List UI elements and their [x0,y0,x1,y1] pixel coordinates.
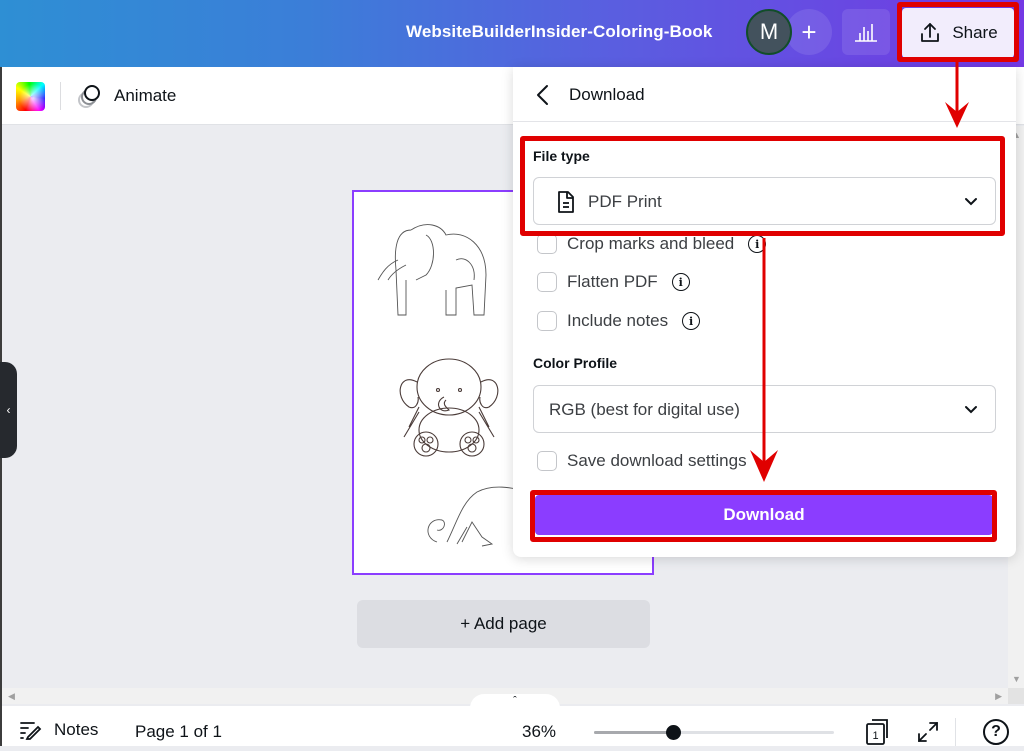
animate-button[interactable]: Animate [76,81,176,111]
zoom-slider-fill [594,731,674,734]
include-notes-label: Include notes [567,311,669,330]
share-button[interactable]: Share [902,8,1014,58]
plus-icon: + [801,16,817,47]
zoom-level[interactable]: 36% [522,722,556,742]
flatten-pdf-checkbox[interactable] [537,272,557,292]
footer-divider [955,718,956,746]
save-settings-checkbox[interactable] [537,451,557,471]
info-icon[interactable]: i [682,312,701,330]
share-label: Share [952,23,998,42]
baby-elephant-drawing [399,358,499,457]
fullscreen-button[interactable] [916,720,940,744]
chevron-up-icon: ˆ [513,695,517,707]
add-page-button[interactable]: + Add page [357,600,650,648]
collapse-side-panel-button[interactable]: ‹ [0,362,17,458]
info-icon[interactable]: i [748,235,767,253]
help-icon: ? [991,723,1001,740]
notes-pencil-icon [20,722,42,740]
panel-header: Download [513,67,1016,122]
chevron-down-icon [965,198,977,206]
expand-arrows-icon [918,722,938,742]
help-button[interactable]: ? [983,719,1009,745]
insights-button[interactable] [842,9,890,55]
chevron-down-icon [965,406,977,414]
option-crop-marks[interactable]: Crop marks and bleed i [537,234,767,254]
elephant-line-drawing [377,224,487,316]
info-icon[interactable]: i [671,273,690,291]
save-settings-label: Save download settings [567,451,747,470]
scroll-down-icon[interactable]: ▼ [1012,674,1021,684]
file-type-value: PDF Print [588,192,662,211]
pages-count: 1 [872,730,878,742]
scrollbar-corner [1008,688,1024,704]
chevron-left-icon: ‹ [6,403,11,417]
back-button[interactable] [533,83,553,107]
crop-marks-checkbox[interactable] [537,234,557,254]
bar-chart-icon [855,24,877,42]
download-panel: Download File type PDF Print Crop marks … [513,67,1016,557]
download-button[interactable]: Download [535,495,993,535]
document-title[interactable]: WebsiteBuilderInsider-Coloring-Book [406,22,712,42]
page-grid-button[interactable]: 1 [865,718,891,745]
toolbar-divider [60,82,61,110]
scroll-right-icon[interactable]: ▶ [995,691,1002,702]
user-avatar[interactable]: M [746,9,792,55]
pages-stack-icon: 1 [866,719,888,745]
option-include-notes[interactable]: Include notes i [537,311,701,331]
option-save-settings[interactable]: Save download settings [537,451,747,471]
add-collaborator-button[interactable]: + [786,9,832,55]
panel-title: Download [569,85,645,104]
crop-marks-label: Crop marks and bleed [567,234,735,253]
avatar-initial: M [759,19,779,44]
flatten-pdf-label: Flatten PDF [567,272,658,291]
upload-icon [921,23,940,42]
include-notes-checkbox[interactable] [537,311,557,331]
zoom-slider[interactable] [594,725,834,740]
scroll-left-icon[interactable]: ◀ [8,691,15,702]
expand-pages-button[interactable]: ˆ [470,694,560,708]
color-profile-value: RGB (best for digital use) [549,400,740,419]
color-profile-label: Color Profile [533,355,618,371]
file-type-select[interactable]: PDF Print [533,177,996,225]
notes-button[interactable]: Notes [20,720,98,740]
notes-label: Notes [54,720,99,739]
color-palette-icon[interactable] [16,82,45,111]
file-type-label: File type [533,148,590,164]
animate-circles-icon [78,85,100,108]
document-icon [558,191,574,213]
animate-label: Animate [114,86,177,105]
page-indicator: Page 1 of 1 [135,722,222,741]
chevron-left-icon [537,85,548,105]
color-profile-select[interactable]: RGB (best for digital use) [533,385,996,433]
option-flatten-pdf[interactable]: Flatten PDF i [537,272,690,292]
